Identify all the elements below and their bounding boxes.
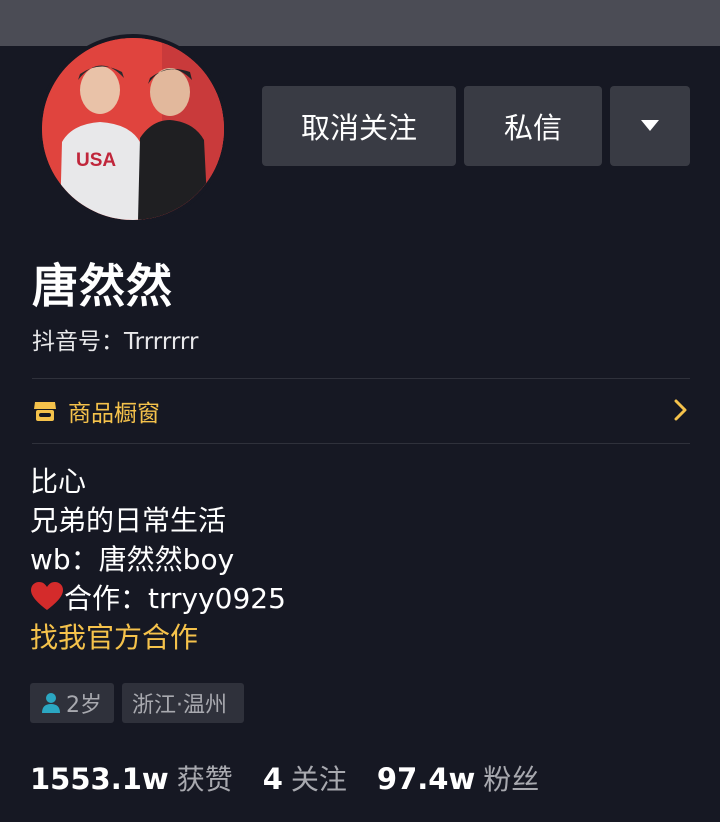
age-label: 2岁 bbox=[66, 693, 102, 718]
chevron-right-icon bbox=[674, 399, 687, 421]
person-icon bbox=[42, 693, 60, 713]
more-dropdown-button[interactable] bbox=[610, 86, 690, 166]
avatar[interactable]: USA bbox=[38, 34, 228, 224]
location-tag: 浙江·温州 bbox=[122, 683, 244, 723]
bio-line: 比心 bbox=[30, 465, 87, 498]
shop-icon bbox=[34, 402, 56, 421]
followers-label[interactable]: 粉丝 bbox=[483, 758, 539, 798]
unfollow-label: 取消关注 bbox=[300, 111, 417, 145]
douyin-id: 抖音号：Trrrrrrr bbox=[32, 329, 199, 355]
likes-label: 获赞 bbox=[176, 763, 233, 796]
shop-window-label: 商品橱窗 bbox=[68, 401, 160, 427]
bio-line-text: 合作：trryy0925 bbox=[64, 582, 286, 615]
following-count[interactable]: 4 bbox=[263, 762, 283, 796]
profile-nickname: 唐然然 bbox=[32, 259, 173, 313]
official-cooperation-link[interactable]: 找我官方合作 bbox=[30, 618, 286, 657]
heart-icon bbox=[31, 582, 63, 610]
message-button[interactable]: 私信 bbox=[464, 86, 602, 166]
followers-count[interactable]: 97.4w bbox=[377, 762, 475, 796]
profile-stats: 1553.1w 获赞 4 关注 97.4w 粉丝 bbox=[30, 758, 569, 798]
likes-count: 1553.1w bbox=[30, 762, 169, 796]
following-label[interactable]: 关注 bbox=[291, 758, 347, 798]
bio-line: wb：唐然然boy bbox=[30, 543, 235, 576]
message-label: 私信 bbox=[503, 111, 562, 145]
bio-line: 兄弟的日常生活 bbox=[30, 504, 227, 537]
avatar-photo: USA bbox=[42, 38, 224, 220]
svg-text:USA: USA bbox=[76, 150, 116, 171]
unfollow-button[interactable]: 取消关注 bbox=[262, 86, 456, 166]
divider bbox=[32, 378, 690, 379]
shop-window-entry[interactable]: 商品橱窗 bbox=[32, 380, 690, 442]
bio: 比心 兄弟的日常生活 wb：唐然然boy 合作：trryy0925 找我官方合作 bbox=[30, 462, 286, 657]
age-tag: 2岁 bbox=[30, 683, 114, 723]
divider bbox=[32, 443, 690, 444]
bio-line: 合作：trryy0925 bbox=[30, 579, 286, 618]
location-label: 浙江·温州 bbox=[132, 693, 227, 718]
triangle-down-icon bbox=[641, 120, 659, 131]
